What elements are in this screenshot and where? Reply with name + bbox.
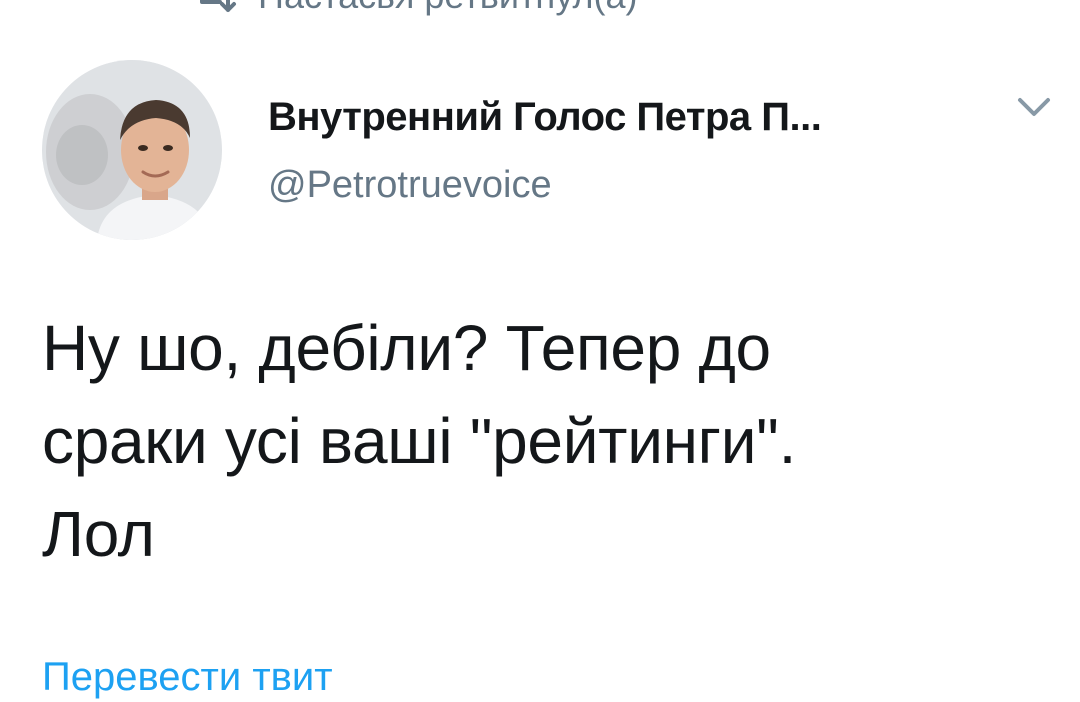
tweet-text: Ну шо, дебіли? Тепер до сраки усі ваші "…	[42, 312, 797, 570]
avatar[interactable]	[42, 60, 222, 240]
retweet-text: Настасья ретвитнул(а)	[258, 0, 638, 17]
retweet-context[interactable]: Настасья ретвитнул(а)	[190, 0, 638, 18]
chevron-down-icon[interactable]	[1014, 92, 1054, 122]
retweet-icon	[190, 0, 240, 14]
translate-tweet-link[interactable]: Перевести твит	[42, 652, 333, 702]
author-handle[interactable]: @Petrotruevoice	[268, 164, 552, 207]
author-display-name[interactable]: Внутренний Голос Петра П...	[268, 95, 821, 140]
author-name-row[interactable]: Внутренний Голос Петра П...	[268, 92, 978, 142]
